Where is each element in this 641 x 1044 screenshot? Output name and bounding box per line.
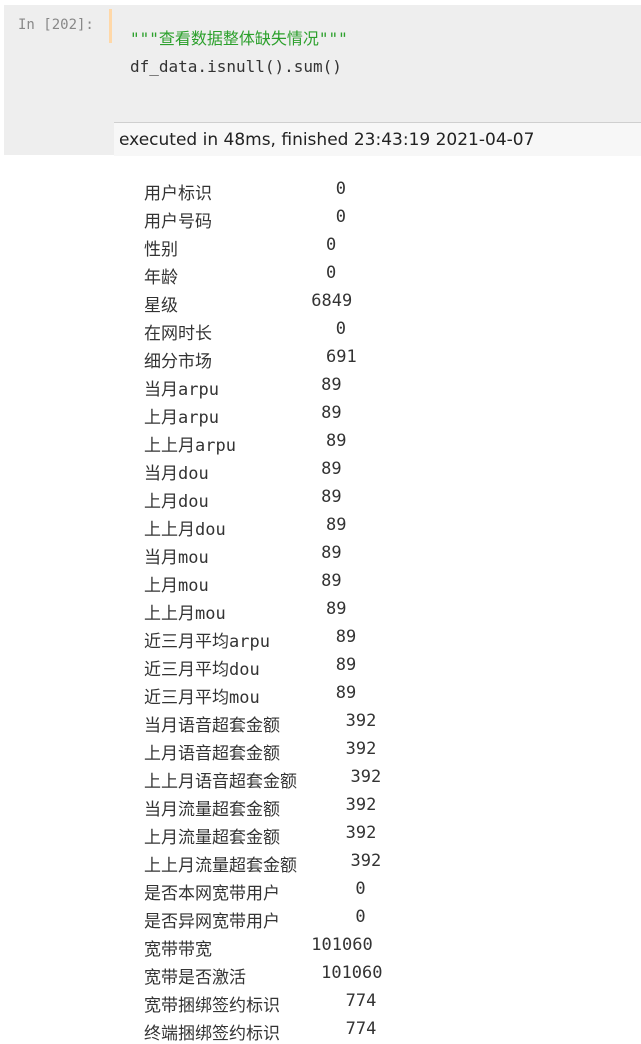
output-row-name: 当月dou bbox=[144, 464, 209, 484]
cell-prompt: In [202]: bbox=[18, 17, 94, 33]
output-row: 宽带带宽 101060 bbox=[0, 932, 641, 960]
output-row-name: 用户标识 bbox=[144, 184, 212, 204]
output-row: 宽带是否激活 101060 bbox=[0, 960, 641, 988]
output-row-name: 近三月平均dou bbox=[144, 660, 260, 680]
output-row-name: 在网时长 bbox=[144, 324, 212, 344]
output-row: 是否本网宽带用户 0 bbox=[0, 876, 641, 904]
output-row-value: 392 bbox=[345, 823, 377, 843]
output-row: 宽带捆绑签约标识 774 bbox=[0, 988, 641, 1016]
output-row-value: 89 bbox=[326, 599, 347, 619]
output-row: 上上月mou 89 bbox=[0, 596, 641, 624]
output-row: 当月语音超套金额 392 bbox=[0, 708, 641, 736]
output-row-value: 101060 bbox=[311, 935, 373, 955]
output-row: 当月流量超套金额 392 bbox=[0, 792, 641, 820]
output-row-value: 89 bbox=[326, 431, 347, 451]
output-row-value: 0 bbox=[335, 319, 347, 339]
output-row: 上上月dou 89 bbox=[0, 512, 641, 540]
output-row: 当月mou 89 bbox=[0, 540, 641, 568]
output-row-name: 上月arpu bbox=[144, 408, 219, 428]
output-row: 上月dou 89 bbox=[0, 484, 641, 512]
output-row-value: 89 bbox=[321, 403, 342, 423]
output-row: 近三月平均arpu 89 bbox=[0, 624, 641, 652]
output-row-value: 392 bbox=[345, 711, 377, 731]
output-row-name: 上上月语音超套金额 bbox=[144, 772, 297, 792]
output-row-value: 392 bbox=[350, 767, 382, 787]
output-row-value: 691 bbox=[326, 347, 357, 367]
output-row-value: 0 bbox=[335, 179, 347, 199]
output-row: 终端捆绑签约标识 774 bbox=[0, 1016, 641, 1044]
output-row-value: 89 bbox=[321, 543, 342, 563]
output-row: 当月dou 89 bbox=[0, 456, 641, 484]
output-row-name: 上月mou bbox=[144, 576, 209, 596]
output-row: 用户号码 0 bbox=[0, 204, 641, 232]
output-row-value: 0 bbox=[326, 263, 337, 283]
output-row-name: 近三月平均arpu bbox=[144, 632, 270, 652]
output-row-value: 0 bbox=[326, 235, 337, 255]
execution-info-bar: executed in 48ms, finished 23:43:19 2021… bbox=[114, 122, 641, 156]
output-row: 上上月流量超套金额 392 bbox=[0, 848, 641, 876]
output-row-value: 0 bbox=[355, 907, 366, 927]
output-row-value: 89 bbox=[321, 459, 342, 479]
output-row-name: 星级 bbox=[144, 296, 178, 316]
output-row: 是否异网宽带用户 0 bbox=[0, 904, 641, 932]
output-row: 年龄 0 bbox=[0, 260, 641, 288]
output-row-value: 89 bbox=[335, 627, 357, 647]
output-row-value: 89 bbox=[321, 375, 342, 395]
output-row: 用户标识 0 bbox=[0, 176, 641, 204]
code-line-docstring[interactable]: """查看数据整体缺失情况""" bbox=[130, 25, 348, 49]
code-line-expression[interactable]: df_data.isnull().sum() bbox=[130, 57, 342, 76]
output-row-name: 当月arpu bbox=[144, 380, 219, 400]
output-row-name: 上上月流量超套金额 bbox=[144, 856, 297, 876]
output-row-name: 上上月dou bbox=[144, 520, 226, 540]
output-row-name: 宽带带宽 bbox=[144, 940, 212, 960]
output-row-name: 年龄 bbox=[144, 268, 178, 288]
output-row-value: 0 bbox=[335, 207, 347, 227]
output-row-value: 0 bbox=[355, 879, 366, 899]
output-row: 在网时长 0 bbox=[0, 316, 641, 344]
output-row-value: 89 bbox=[321, 487, 342, 507]
output-row-name: 近三月平均mou bbox=[144, 688, 260, 708]
output-row-name: 宽带捆绑签约标识 bbox=[144, 996, 280, 1016]
output-row-name: 上上月arpu bbox=[144, 436, 236, 456]
output-row-value: 6849 bbox=[311, 291, 353, 311]
output-row-name: 宽带是否激活 bbox=[144, 968, 246, 988]
output-row-value: 392 bbox=[345, 739, 377, 759]
output-row: 性别 0 bbox=[0, 232, 641, 260]
output-row-value: 89 bbox=[326, 515, 347, 535]
output-row-name: 性别 bbox=[144, 240, 178, 260]
output-row-value: 392 bbox=[345, 795, 377, 815]
output-row: 上月语音超套金额 392 bbox=[0, 736, 641, 764]
execution-info-text: executed in 48ms, finished 23:43:19 2021… bbox=[119, 130, 535, 150]
output-row-value: 392 bbox=[350, 851, 382, 871]
output-row-value: 89 bbox=[335, 683, 357, 703]
output-row-value: 774 bbox=[345, 1019, 377, 1039]
output-row: 当月arpu 89 bbox=[0, 372, 641, 400]
output-row-name: 上月dou bbox=[144, 492, 209, 512]
output-row: 上上月arpu 89 bbox=[0, 428, 641, 456]
output-row: 近三月平均dou 89 bbox=[0, 652, 641, 680]
output-row: 星级 6849 bbox=[0, 288, 641, 316]
output-row-name: 当月流量超套金额 bbox=[144, 800, 280, 820]
output-row: 上上月语音超套金额 392 bbox=[0, 764, 641, 792]
output-row: 近三月平均mou 89 bbox=[0, 680, 641, 708]
output-row: 上月arpu 89 bbox=[0, 400, 641, 428]
output-row-name: 当月mou bbox=[144, 548, 209, 568]
output-row-name: 是否本网宽带用户 bbox=[144, 884, 280, 904]
output-row-name: 细分市场 bbox=[144, 352, 212, 372]
output-row-value: 89 bbox=[335, 655, 357, 675]
output-row: 上月mou 89 bbox=[0, 568, 641, 596]
output-row: 细分市场 691 bbox=[0, 344, 641, 372]
output-row-value: 89 bbox=[321, 571, 342, 591]
output-row-name: 是否异网宽带用户 bbox=[144, 912, 280, 932]
output-row: 上月流量超套金额 392 bbox=[0, 820, 641, 848]
cell-focus-border bbox=[109, 9, 112, 43]
output-row-name: 上上月mou bbox=[144, 604, 226, 624]
output-row-name: 当月语音超套金额 bbox=[144, 716, 280, 736]
output-row-name: 上月流量超套金额 bbox=[144, 828, 280, 848]
output-row-value: 101060 bbox=[321, 963, 383, 983]
output-row-name: 终端捆绑签约标识 bbox=[144, 1024, 280, 1044]
output-row-name: 上月语音超套金额 bbox=[144, 744, 280, 764]
output-row-value: 774 bbox=[345, 991, 377, 1011]
output-row-name: 用户号码 bbox=[144, 212, 212, 232]
